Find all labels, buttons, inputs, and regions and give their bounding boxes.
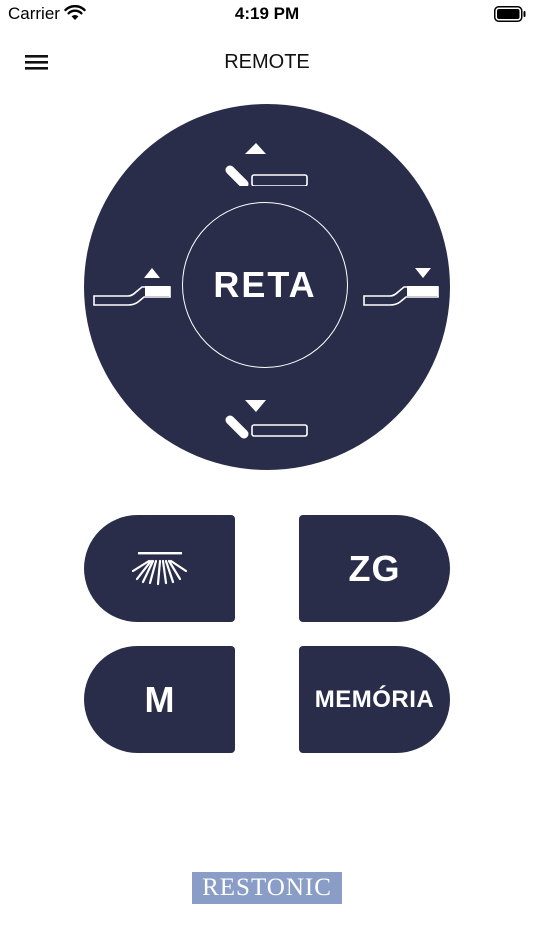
menu-button[interactable] (22, 50, 50, 74)
foot-lower-down-icon (363, 268, 439, 306)
logo-text: RESTONIC (202, 874, 332, 901)
status-bar: Carrier 4:19 PM (0, 0, 534, 30)
m-button[interactable]: M (84, 646, 235, 753)
foot-raise-up-icon (93, 268, 171, 306)
head-up-button[interactable] (217, 122, 317, 189)
clock: 4:19 PM (234, 4, 300, 23)
light-button[interactable] (84, 515, 235, 622)
foot-up-button[interactable] (90, 262, 182, 314)
position-dial: RETA (84, 104, 450, 470)
nav-bar: REMOTE (0, 38, 534, 88)
restonic-logo: RESTONIC (192, 872, 342, 904)
memoria-button[interactable]: MEMÓRIA (299, 646, 450, 753)
head-down-button[interactable] (217, 392, 317, 456)
hamburger-menu-icon (25, 55, 48, 70)
reta-flat-button[interactable]: RETA (182, 202, 348, 368)
battery-icon (494, 6, 526, 22)
under-bed-light-icon (131, 551, 187, 585)
zg-button[interactable]: ZG (299, 515, 450, 622)
page-title: REMOTE (224, 51, 310, 73)
head-lower-down-icon (225, 400, 308, 439)
foot-down-button[interactable] (360, 262, 444, 314)
head-raise-up-icon (225, 143, 308, 189)
